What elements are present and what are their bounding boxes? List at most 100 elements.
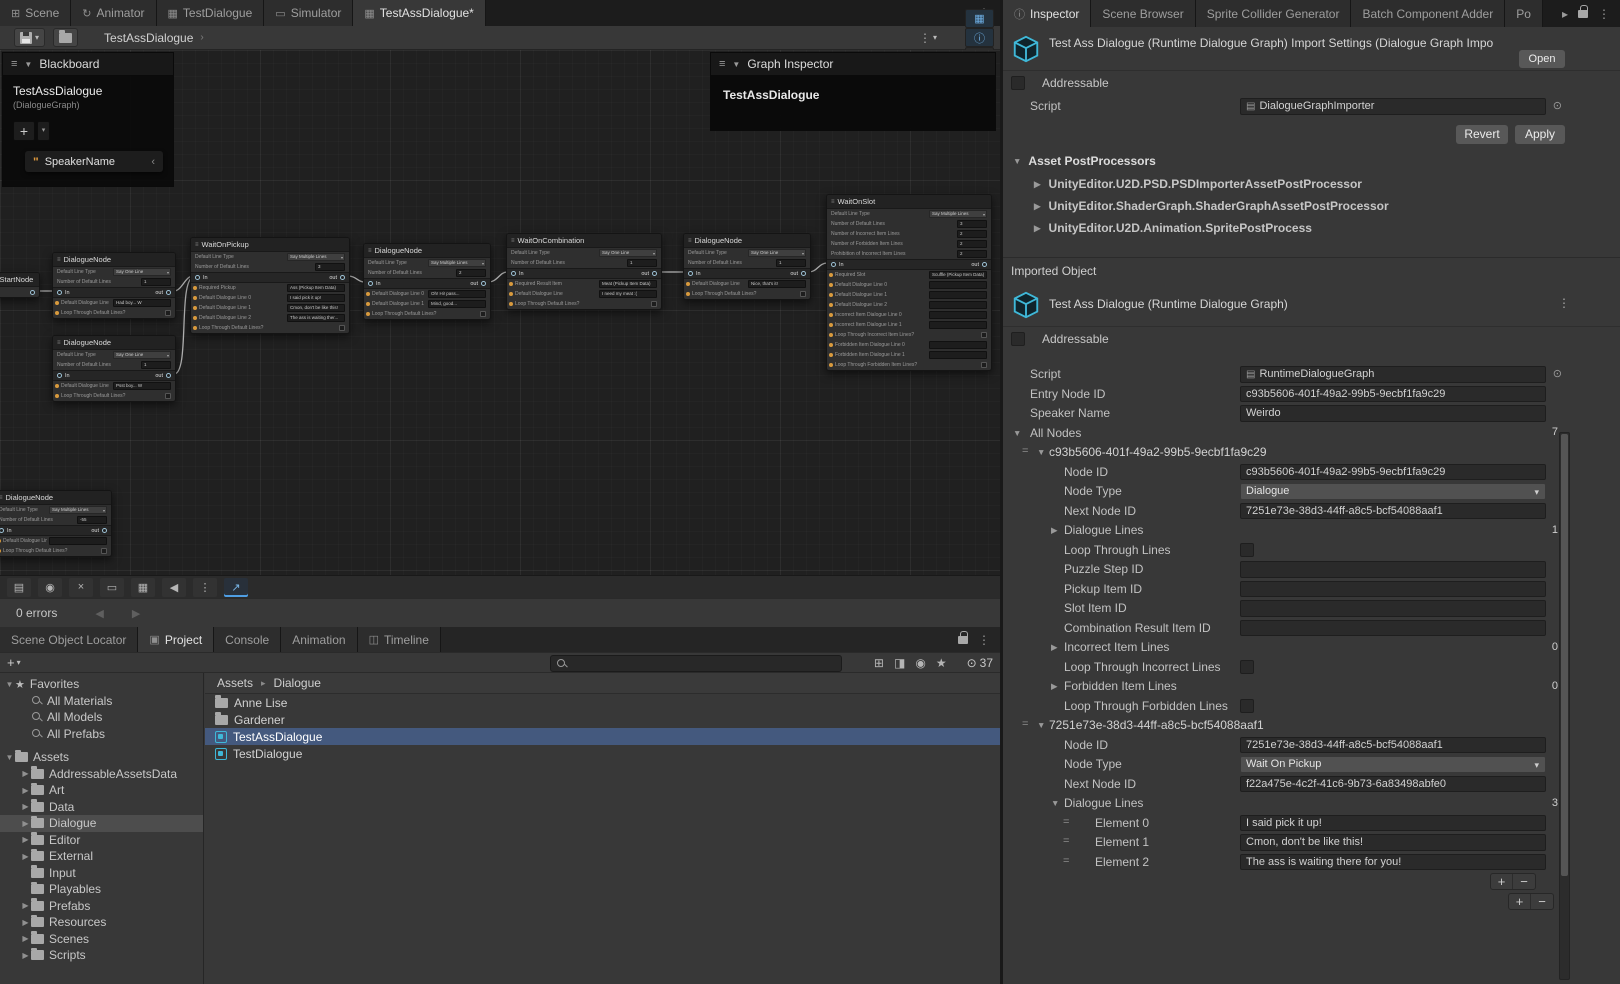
node-dropdown[interactable]: Say Multiple Lines bbox=[929, 210, 987, 218]
add-property-button[interactable]: + bbox=[13, 121, 35, 141]
input-port[interactable] bbox=[368, 281, 373, 286]
node-dropdown[interactable]: Say Multiple Lines bbox=[49, 506, 107, 514]
node-dropdown[interactable]: Say One Line bbox=[113, 268, 171, 276]
favorites-item[interactable]: All Materials bbox=[0, 693, 203, 710]
node-number-field[interactable]: 1 bbox=[627, 259, 657, 267]
node-number-field[interactable]: 1 bbox=[776, 259, 806, 267]
field-port[interactable] bbox=[0, 549, 1, 553]
console-panel-icon[interactable]: ▤ bbox=[7, 578, 31, 597]
node-text-field[interactable]: Nice, that's it! bbox=[748, 280, 806, 288]
favorites-header[interactable]: ▼★Favorites bbox=[0, 676, 203, 693]
inspector-scrollbar[interactable] bbox=[1559, 432, 1570, 980]
field-port[interactable] bbox=[829, 353, 833, 357]
show-in-project-button[interactable] bbox=[53, 28, 78, 47]
field-port[interactable] bbox=[366, 312, 370, 316]
node-text-field[interactable] bbox=[929, 341, 987, 349]
tab-scene-browser[interactable]: Scene Browser bbox=[1091, 0, 1195, 27]
node-number-field[interactable]: 2 bbox=[957, 230, 987, 238]
asset-row-testdialogue[interactable]: TestDialogue bbox=[205, 745, 1000, 762]
node-text-field[interactable] bbox=[929, 311, 987, 319]
output-port[interactable] bbox=[30, 290, 35, 295]
tab-timeline[interactable]: ◫Timeline bbox=[358, 627, 441, 652]
input-port[interactable] bbox=[195, 275, 200, 280]
foldout-arrow-icon[interactable]: ▶ bbox=[20, 835, 31, 844]
graph-node-waitoncombination[interactable]: ≡WaitOnCombinationDefault Line TypeSay O… bbox=[506, 233, 662, 310]
field-port[interactable] bbox=[829, 333, 833, 337]
tab-inspector[interactable]: ⓘInspector bbox=[1003, 0, 1091, 27]
checkbox[interactable] bbox=[1240, 543, 1254, 557]
project-search-field[interactable] bbox=[550, 655, 842, 672]
tab-sprite-collider-generator[interactable]: Sprite Collider Generator bbox=[1196, 0, 1352, 27]
search-input[interactable] bbox=[572, 658, 835, 670]
text-field[interactable]: The ass is waiting there for you! bbox=[1240, 854, 1546, 871]
drag-handle-icon[interactable]: = bbox=[1063, 816, 1068, 828]
node-text-field[interactable] bbox=[929, 351, 987, 359]
node-dropdown[interactable]: Say One Line bbox=[113, 351, 171, 359]
output-port[interactable] bbox=[481, 281, 486, 286]
foldout-arrow-icon[interactable]: ▶ bbox=[1051, 642, 1058, 653]
folder-row-scenes[interactable]: ▶Scenes bbox=[0, 931, 203, 948]
input-port[interactable] bbox=[57, 290, 62, 295]
window-icon[interactable]: ▭ bbox=[100, 578, 124, 597]
node-number-field[interactable]: -55 bbox=[77, 516, 107, 524]
folder-row-resources[interactable]: ▶Resources bbox=[0, 914, 203, 931]
input-port[interactable] bbox=[511, 271, 516, 276]
play-icon[interactable]: ◀ bbox=[162, 578, 186, 597]
info2-icon[interactable]: ◉ bbox=[915, 656, 925, 670]
folder-row-input[interactable]: Input bbox=[0, 865, 203, 882]
node-dropdown[interactable]: Say Multiple Lines bbox=[428, 259, 486, 267]
search-save-icon[interactable]: ⊞ bbox=[874, 656, 884, 670]
field-port[interactable] bbox=[829, 283, 833, 287]
field-port[interactable] bbox=[686, 282, 690, 286]
field-port[interactable] bbox=[55, 384, 59, 388]
previous-error-icon[interactable]: ◀ bbox=[95, 607, 103, 620]
foldout-arrow-icon[interactable]: ▶ bbox=[1051, 681, 1058, 692]
blackboard-property[interactable]: " SpeakerName ‹ bbox=[25, 151, 163, 172]
postprocessor-item[interactable]: ▶UnityEditor.ShaderGraph.ShaderGraphAsse… bbox=[1003, 195, 1620, 217]
collapse-arrow-icon[interactable]: ▼ bbox=[732, 60, 740, 69]
revert-button[interactable]: Revert bbox=[1456, 125, 1508, 144]
dropdown[interactable]: Wait On Pickup bbox=[1240, 756, 1546, 773]
object-field[interactable]: ▤RuntimeDialogueGraph bbox=[1240, 366, 1546, 383]
tab-testdialogue[interactable]: ▦TestDialogue bbox=[157, 0, 265, 26]
object-picker-icon[interactable]: ⊙ bbox=[1553, 367, 1562, 380]
add-element-button[interactable]: + bbox=[1509, 894, 1531, 909]
folder-row-editor[interactable]: ▶Editor bbox=[0, 832, 203, 849]
text-field[interactable]: I said pick it up! bbox=[1240, 815, 1546, 832]
graph-node-startnode[interactable]: ≡StartNodeConnections bbox=[0, 272, 40, 298]
graph-options-icon[interactable]: ⋮▾ bbox=[919, 31, 937, 45]
field-port[interactable] bbox=[55, 301, 59, 305]
text-field[interactable]: Cmon, don't be like this! bbox=[1240, 834, 1546, 851]
node-checkbox[interactable] bbox=[981, 332, 987, 338]
field-port[interactable] bbox=[193, 306, 197, 310]
panel-menu-icon[interactable]: ⋮ bbox=[978, 633, 990, 647]
checkbox[interactable] bbox=[1240, 660, 1254, 674]
node-checkbox[interactable] bbox=[165, 393, 171, 399]
node-number-field[interactable]: 2 bbox=[456, 269, 486, 277]
input-port[interactable] bbox=[0, 528, 4, 533]
foldout-arrow-icon[interactable]: ▶ bbox=[20, 819, 31, 828]
foldout-arrow-icon[interactable]: ▶ bbox=[20, 852, 31, 861]
node-checkbox[interactable] bbox=[981, 362, 987, 368]
node-text-field[interactable] bbox=[929, 281, 987, 289]
script-object-field[interactable]: ▤DialogueGraphImporter bbox=[1240, 98, 1546, 115]
graph-node-dialoguenode[interactable]: ≡DialogueNodeDefault Line TypeSay One Li… bbox=[683, 233, 811, 300]
folder-row-external[interactable]: ▶External bbox=[0, 848, 203, 865]
node-dropdown[interactable]: Say Multiple Lines bbox=[287, 253, 345, 261]
field-port[interactable] bbox=[829, 293, 833, 297]
field-port[interactable] bbox=[686, 292, 690, 296]
node-collapse-icon[interactable]: ≡ bbox=[57, 257, 61, 263]
tools-icon[interactable]: × bbox=[69, 578, 93, 597]
field-port[interactable] bbox=[509, 282, 513, 286]
visibility-counter[interactable]: ⊙ 37 bbox=[967, 656, 993, 670]
text-field[interactable]: f22a475e-4c2f-41c6-9b73-6a83498abfe0 bbox=[1240, 776, 1546, 793]
node-number-field[interactable]: 2 bbox=[957, 240, 987, 248]
breadcrumb-segment[interactable]: Dialogue bbox=[274, 676, 321, 690]
folder-row-playables[interactable]: Playables bbox=[0, 881, 203, 898]
node-collapse-icon[interactable]: ≡ bbox=[0, 495, 3, 501]
inspector-menu-icon[interactable]: ⋮ bbox=[1598, 7, 1610, 21]
node-checkbox[interactable] bbox=[165, 310, 171, 316]
assets-root-folder[interactable]: ▼Assets bbox=[0, 749, 203, 766]
tab-simulator[interactable]: ▭Simulator bbox=[264, 0, 353, 26]
node-text-field[interactable]: Psst boy... W bbox=[113, 382, 171, 390]
